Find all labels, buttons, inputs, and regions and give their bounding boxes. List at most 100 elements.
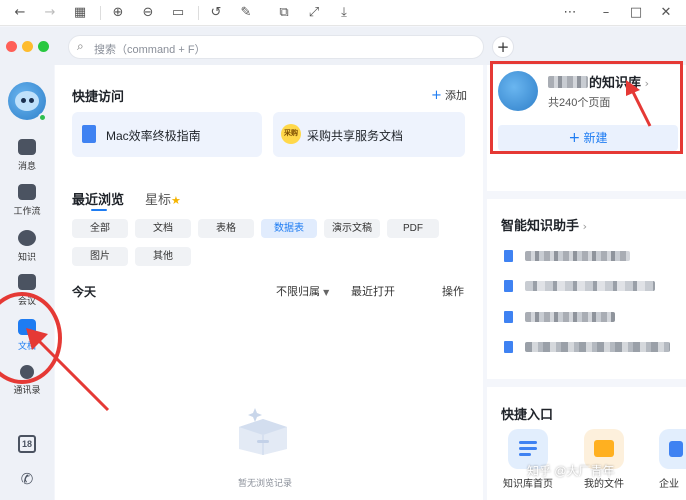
tab-recent[interactable]: 最近浏览 [72, 189, 124, 208]
quick-access-card[interactable]: 采购 采购共享服务文档 [273, 112, 465, 157]
message-icon [18, 139, 36, 155]
filter-chip-datatable[interactable]: 数据表 [261, 219, 317, 238]
assistant-title: 智能知识助手 [501, 218, 580, 233]
search-input[interactable]: ⌕ 搜索（command + F） [68, 35, 484, 59]
filter-chip-sheets[interactable]: 表格 [198, 219, 254, 238]
calendar-icon: 18 [18, 435, 36, 453]
filter-chip-other[interactable]: 其他 [135, 247, 191, 266]
annotation-arrow [26, 328, 110, 412]
more-icon[interactable]: ⋯ [562, 5, 578, 21]
actions-column-header: 操作 [442, 286, 464, 298]
plus-icon: + [568, 130, 581, 146]
online-status-dot [38, 113, 47, 122]
chevron-right-icon: › [582, 220, 588, 233]
tab-starred[interactable]: 星标★ [145, 189, 181, 208]
redacted-title [525, 281, 655, 291]
doc-icon [504, 341, 513, 353]
doc-icon [504, 250, 513, 262]
entry-label: 企业 [659, 479, 679, 490]
entry-enterprise[interactable]: 企业 [653, 429, 686, 490]
planet-icon [18, 230, 36, 246]
app-header: ⌕ 搜索（command + F） + [0, 27, 686, 65]
zoom-out-icon[interactable]: ⊖ [140, 5, 156, 21]
close-icon[interactable]: ✕ [658, 5, 674, 21]
procurement-badge-icon: 采购 [281, 124, 301, 144]
group-header-today: 今天 [72, 285, 97, 299]
search-placeholder: 搜索（command + F） [94, 44, 206, 56]
enterprise-icon [659, 429, 686, 469]
knowledge-base-avatar [498, 71, 538, 111]
redacted-title [525, 312, 615, 322]
add-quick-access-button[interactable]: + 添加 [431, 87, 467, 103]
edit-icon[interactable]: ✎ [238, 5, 254, 21]
active-tab-indicator [91, 209, 107, 211]
window-minimize-dot[interactable] [22, 41, 33, 52]
entry-knowledge-home[interactable]: 知识库首页 [501, 429, 555, 490]
sidebar-item-messages[interactable]: 消息 [0, 139, 54, 179]
filter-chip-all[interactable]: 全部 [72, 219, 128, 238]
tab-label: 星标 [145, 192, 172, 207]
doc-icon [504, 280, 513, 292]
new-label: 新建 [583, 131, 608, 145]
sidebar-item-knowledge[interactable]: 知识 [0, 230, 54, 270]
annotation-arrow [626, 80, 652, 127]
viewer-toolbar: ← → ▦ ⊕ ⊖ ▭ ↺ ✎ ⧉ ⤢ ⤓ ⋯ – □ ✕ [0, 0, 686, 26]
assistant-link[interactable]: 智能知识助手 › [501, 215, 587, 234]
add-label: 添加 [444, 90, 467, 102]
quick-access-card[interactable]: Mac效率终极指南 [72, 112, 262, 157]
rotate-icon[interactable]: ↺ [208, 5, 224, 21]
filter-chip-slides[interactable]: 演示文稿 [324, 219, 380, 238]
caret-down-icon: ▼ [323, 288, 330, 297]
right-panel: 的知识库 › 共240个页面 + 新建 智能知识助手 › 快捷入口 知识库首页 [487, 61, 686, 500]
owner-filter-dropdown[interactable]: 不限归属 ▼ [276, 283, 329, 299]
window-zoom-dot[interactable] [38, 41, 49, 52]
maximize-icon[interactable]: □ [628, 5, 644, 21]
grid-view-icon[interactable]: ▦ [72, 5, 88, 21]
watermark: 知乎 @大厂青年 [527, 464, 615, 478]
forward-arrow-icon[interactable]: → [42, 5, 58, 21]
filter-chip-docs[interactable]: 文档 [135, 219, 191, 238]
list-item[interactable] [504, 247, 679, 267]
search-icon: ⌕ [77, 39, 84, 53]
crop-icon[interactable]: ⧉ [276, 5, 292, 21]
list-item[interactable] [504, 338, 679, 358]
quick-access-card-label: 采购共享服务文档 [307, 129, 404, 143]
workflow-icon [18, 184, 36, 200]
phone-icon: ✆ [20, 470, 34, 488]
doc-icon [504, 311, 513, 323]
doc-icon [82, 125, 96, 143]
quick-entry-title: 快捷入口 [501, 407, 554, 422]
minimize-icon[interactable]: – [598, 5, 614, 21]
empty-box-illustration [239, 408, 287, 455]
sidebar-item-workflow[interactable]: 工作流 [0, 184, 54, 224]
quick-access-title: 快捷访问 [72, 89, 125, 104]
list-item[interactable] [504, 308, 679, 328]
redacted-title [525, 342, 670, 352]
expand-icon[interactable]: ⤢ [306, 5, 322, 21]
redacted-title [525, 251, 630, 261]
back-arrow-icon[interactable]: ← [12, 5, 28, 21]
window-close-dot[interactable] [6, 41, 17, 52]
zoom-in-icon[interactable]: ⊕ [110, 5, 126, 21]
new-tab-button[interactable]: + [492, 36, 514, 58]
entry-my-files[interactable]: 我的文件 [577, 429, 631, 490]
quick-access-card-label: Mac效率终极指南 [106, 129, 201, 143]
sort-button[interactable]: 最近打开 [351, 283, 395, 299]
sidebar: 消息 工作流 知识 会议 文档 通讯录 18 ✆ [0, 65, 54, 500]
sidebar-item-label: 消息 [17, 161, 36, 171]
video-camera-icon [18, 274, 36, 290]
page-count: 共240个页面 [548, 97, 611, 109]
sidebar-item-label: 知识 [17, 252, 36, 262]
fit-screen-icon[interactable]: ▭ [170, 5, 186, 21]
filter-chip-pdf[interactable]: PDF [387, 219, 439, 238]
sidebar-item-label: 工作流 [13, 206, 41, 216]
sidebar-item-phone[interactable]: ✆ [0, 470, 54, 500]
owner-filter-label: 不限归属 [276, 286, 320, 298]
sidebar-item-calendar[interactable]: 18 [0, 435, 54, 475]
docs-main-panel: 快捷访问 + 添加 Mac效率终极指南 采购 采购共享服务文档 最近浏览 星标★… [55, 65, 483, 500]
download-icon[interactable]: ⤓ [336, 5, 352, 21]
list-item[interactable] [504, 277, 679, 297]
star-icon: ★ [171, 194, 181, 207]
tab-label: 最近浏览 [72, 192, 125, 207]
filter-chip-images[interactable]: 图片 [72, 247, 128, 266]
